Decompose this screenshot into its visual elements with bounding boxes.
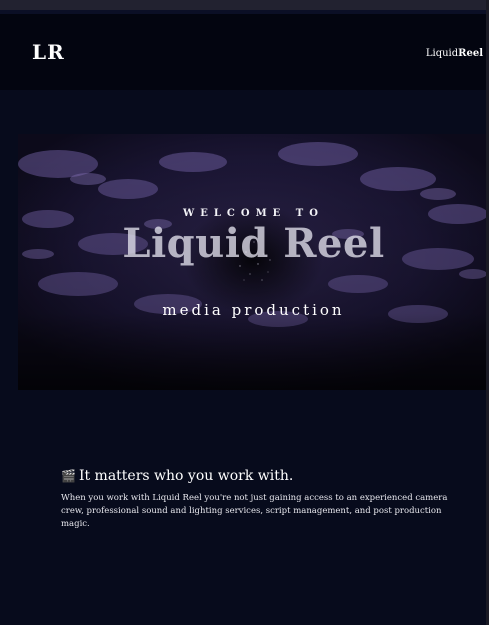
hero-subtitle: media production bbox=[162, 301, 345, 319]
hero-banner: WELCOME TO Liquid Reel media production bbox=[18, 134, 489, 390]
page: LR LiquidReel WELCOME TO Liquid Reel med… bbox=[0, 0, 489, 625]
brand-link[interactable]: LiquidReel bbox=[426, 48, 483, 59]
intro-paragraph: When you work with Liquid Reel you're no… bbox=[61, 493, 448, 530]
intro-heading-text: It matters who you work with. bbox=[78, 468, 294, 484]
hero-title: Liquid Reel bbox=[122, 220, 385, 267]
logo-link[interactable]: LR bbox=[32, 40, 65, 64]
brand-bold-text: Reel bbox=[458, 48, 483, 59]
intro-heading: 🎬 It matters who you work with. bbox=[61, 468, 481, 484]
intro-section: 🎬 It matters who you work with. When you … bbox=[0, 390, 489, 625]
navbar: LR LiquidReel bbox=[0, 14, 489, 90]
browser-top-strip bbox=[0, 0, 489, 10]
brand-light-text: Liquid bbox=[425, 48, 459, 59]
spacer bbox=[0, 90, 489, 134]
hero-welcome-text: WELCOME TO bbox=[183, 208, 324, 219]
clapperboard-icon: 🎬 bbox=[61, 469, 76, 483]
